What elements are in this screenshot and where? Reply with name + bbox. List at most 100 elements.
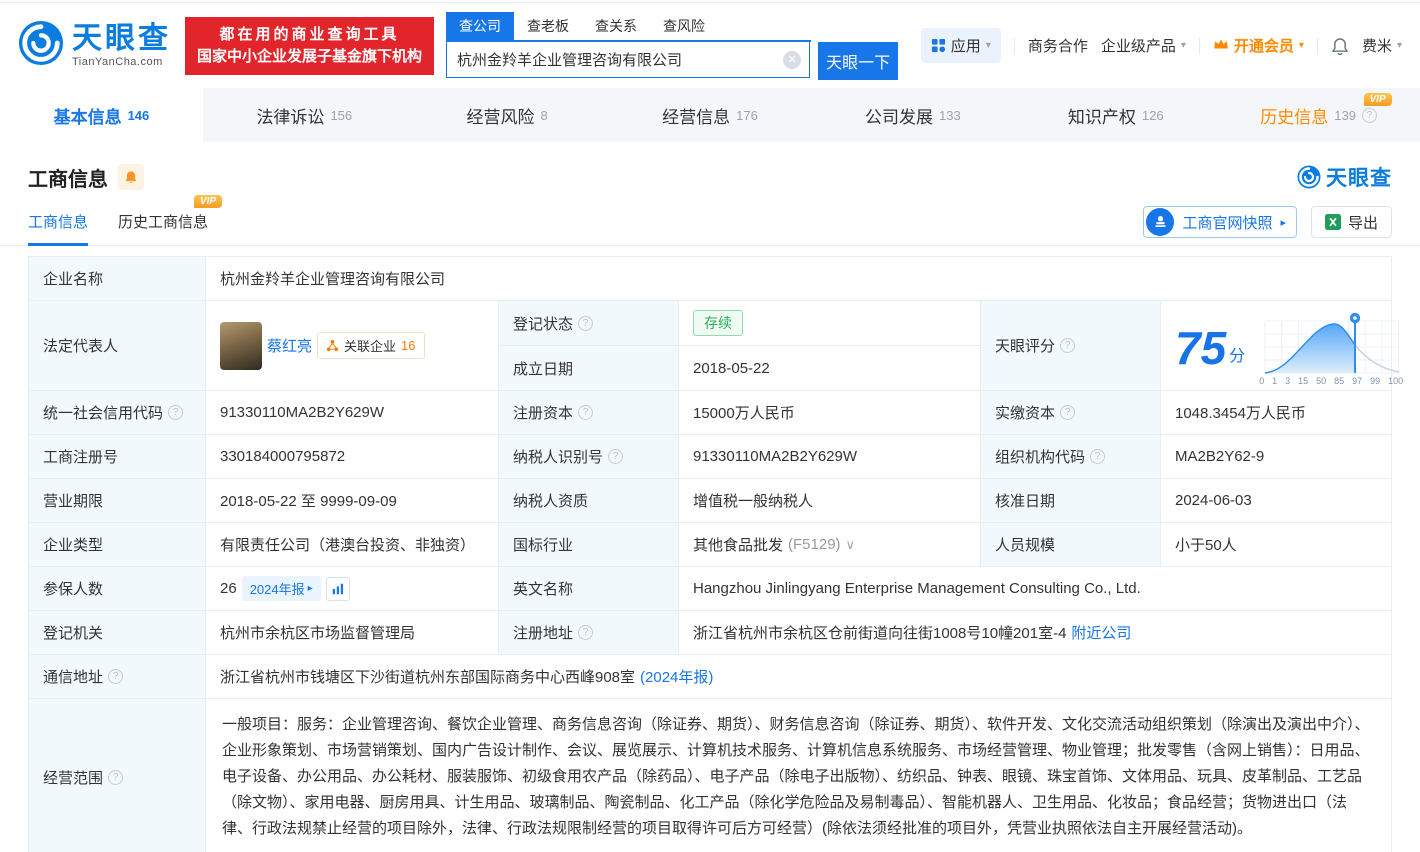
- official-snapshot-button[interactable]: 工商官网快照 ▸: [1143, 206, 1297, 238]
- mail-address-label: 通信地址?: [29, 655, 206, 698]
- tab-business-info[interactable]: 经营信息 176: [609, 88, 812, 142]
- apps-menu[interactable]: 应用 ▾: [921, 28, 1001, 63]
- tab-count: 133: [939, 108, 961, 123]
- help-icon[interactable]: ?: [168, 405, 183, 420]
- subscribe-bell-button[interactable]: [118, 164, 144, 190]
- table-row: 参保人数 26 2024年报▸ 英文名称 Hangzhou Jinlingyan…: [29, 567, 1391, 611]
- official-snapshot-label: 工商官网快照: [1182, 212, 1272, 233]
- grid-icon: [931, 38, 946, 53]
- tianyancha-logo[interactable]: 天眼查 TianYanCha.com: [18, 20, 171, 71]
- tab-label: 基本信息: [54, 103, 122, 128]
- score-number: 75: [1175, 325, 1226, 371]
- annual-report-link[interactable]: (2024年报): [640, 666, 713, 687]
- legal-rep-photo[interactable]: [220, 322, 262, 370]
- tab-count: 146: [128, 108, 150, 123]
- search-tab-boss[interactable]: 查老板: [514, 12, 582, 40]
- chevron-down-icon: ▾: [1299, 40, 1304, 51]
- clear-icon[interactable]: ✕: [783, 51, 801, 69]
- org-code-value: MA2B2Y62-9: [1161, 435, 1391, 478]
- section-title: 工商信息: [28, 163, 108, 192]
- business-registration-table: 企业名称 杭州金羚羊企业管理咨询有限公司 法定代表人 蔡红亮 关联企业 16 登…: [28, 256, 1392, 852]
- reg-address-value: 浙江省杭州市余杭区仓前街道向往街1008号10幢201室-4 附近公司: [679, 611, 1391, 654]
- insured-trend-button[interactable]: [326, 577, 350, 601]
- approval-date-value: 2024-06-03: [1161, 479, 1391, 522]
- subtab-label: 历史工商信息: [118, 214, 208, 231]
- company-type-value: 有限责任公司（港澳台投资、非独资）: [206, 523, 499, 566]
- mail-address-value: 浙江省杭州市钱塘区下沙街道杭州东部国际商务中心西峰908室 (2024年报): [206, 655, 1391, 698]
- tab-company-development[interactable]: 公司发展 133: [811, 88, 1014, 142]
- related-companies-badge[interactable]: 关联企业 16: [317, 332, 424, 359]
- related-companies-count: 16: [401, 338, 415, 353]
- vip-upgrade-label: 开通会员: [1234, 35, 1294, 56]
- notification-bell[interactable]: [1331, 37, 1349, 55]
- company-name-label: 企业名称: [29, 257, 206, 300]
- english-name-label: 英文名称: [499, 567, 679, 610]
- company-nav-tabs: 基本信息 146 法律诉讼 156 经营风险 8 经营信息 176 公司发展 1…: [0, 88, 1420, 142]
- stamp-icon: [1146, 208, 1174, 236]
- table-row: 企业类型 有限责任公司（港澳台投资、非独资） 国标行业 其他食品批发 (F512…: [29, 523, 1391, 567]
- expand-chevron-icon[interactable]: ∨: [846, 537, 856, 553]
- table-row: 经营范围? 一般项目：服务：企业管理咨询、餐饮企业管理、商务信息咨询（除证券、期…: [29, 699, 1391, 852]
- help-icon[interactable]: ?: [1362, 108, 1377, 123]
- tab-history-info[interactable]: VIP 历史信息 139 ?: [1217, 88, 1420, 142]
- reg-status-value: 存续: [679, 301, 981, 345]
- legal-rep-name-link[interactable]: 蔡红亮: [267, 335, 312, 356]
- score-unit: 分: [1229, 342, 1245, 366]
- subtab-business-registration[interactable]: 工商信息: [28, 211, 88, 245]
- brand-watermark-text: 天眼查: [1326, 162, 1392, 192]
- insured-value: 26 2024年报▸: [206, 567, 499, 610]
- staff-size-label: 人员规模: [981, 523, 1161, 566]
- tab-label: 法律诉讼: [256, 103, 324, 128]
- annual-report-badge[interactable]: 2024年报▸: [242, 576, 321, 601]
- help-icon[interactable]: ?: [108, 770, 123, 785]
- search-tab-relation[interactable]: 查关系: [582, 12, 650, 40]
- nearby-companies-link[interactable]: 附近公司: [1071, 622, 1131, 643]
- cooperation-menu[interactable]: 商务合作: [1028, 35, 1088, 56]
- tab-intellectual-property[interactable]: 知识产权 126: [1014, 88, 1217, 142]
- export-label: 导出: [1348, 212, 1378, 233]
- search-block: 查公司 查老板 查关系 查风险 ✕ 天眼一下: [446, 12, 898, 80]
- establish-date-value: 2018-05-22: [679, 346, 981, 390]
- tab-legal-cases[interactable]: 法律诉讼 156: [203, 88, 406, 142]
- table-row: 登记机关 杭州市余杭区市场监督管理局 注册地址? 浙江省杭州市余杭区仓前街道向往…: [29, 611, 1391, 655]
- search-button[interactable]: 天眼一下: [818, 42, 898, 80]
- help-icon[interactable]: ?: [1090, 449, 1105, 464]
- business-scope-value: 一般项目：服务：企业管理咨询、餐饮企业管理、商务信息咨询（除证券、期货）、财务信…: [206, 699, 1391, 852]
- search-tab-risk[interactable]: 查风险: [650, 12, 718, 40]
- subtab-history-registration[interactable]: VIP 历史工商信息: [118, 211, 208, 245]
- search-input[interactable]: [447, 42, 809, 77]
- help-icon[interactable]: ?: [1060, 338, 1075, 353]
- help-icon[interactable]: ?: [578, 405, 593, 420]
- crown-icon: [1213, 37, 1229, 54]
- legal-rep-label: 法定代表人: [29, 301, 206, 390]
- help-icon[interactable]: ?: [578, 316, 593, 331]
- arrow-right-icon: ▸: [308, 583, 313, 594]
- help-icon[interactable]: ?: [1060, 405, 1075, 420]
- tab-basic-info[interactable]: 基本信息 146: [0, 88, 203, 142]
- help-icon[interactable]: ?: [608, 449, 623, 464]
- search-tab-company[interactable]: 查公司: [446, 12, 514, 40]
- user-menu[interactable]: 费米 ▾: [1362, 35, 1402, 56]
- tab-operation-risk[interactable]: 经营风险 8: [406, 88, 609, 142]
- business-term-label: 营业期限: [29, 479, 206, 522]
- reg-status-label: 登记状态 ?: [499, 301, 679, 345]
- industry-code: (F5129): [788, 536, 841, 553]
- cooperation-label: 商务合作: [1028, 35, 1088, 56]
- apps-label: 应用: [951, 35, 981, 56]
- export-button[interactable]: 导出: [1311, 206, 1392, 238]
- reg-number-label: 工商注册号: [29, 435, 206, 478]
- help-icon[interactable]: ?: [578, 625, 593, 640]
- enterprise-menu[interactable]: 企业级产品 ▾: [1101, 35, 1186, 56]
- promo-line1: 都在用的商业查询工具: [197, 24, 422, 46]
- arrow-right-icon: ▸: [1280, 216, 1286, 229]
- credit-code-label: 统一社会信用代码?: [29, 391, 206, 434]
- score-distribution-chart: 0131550859799100: [1257, 310, 1405, 386]
- top-bar: 天眼查 TianYanCha.com 都在用的商业查询工具 国家中小企业发展子基…: [0, 3, 1420, 88]
- help-icon[interactable]: ?: [108, 669, 123, 684]
- chevron-down-icon: ▾: [986, 40, 991, 51]
- score-axis-ticks: 0131550859799100: [1257, 376, 1405, 386]
- vip-upgrade-menu[interactable]: 开通会员 ▾: [1213, 35, 1304, 56]
- legal-rep-value: 蔡红亮 关联企业 16: [206, 301, 499, 390]
- menu-divider: [1317, 38, 1318, 54]
- establish-date-label: 成立日期: [499, 346, 679, 390]
